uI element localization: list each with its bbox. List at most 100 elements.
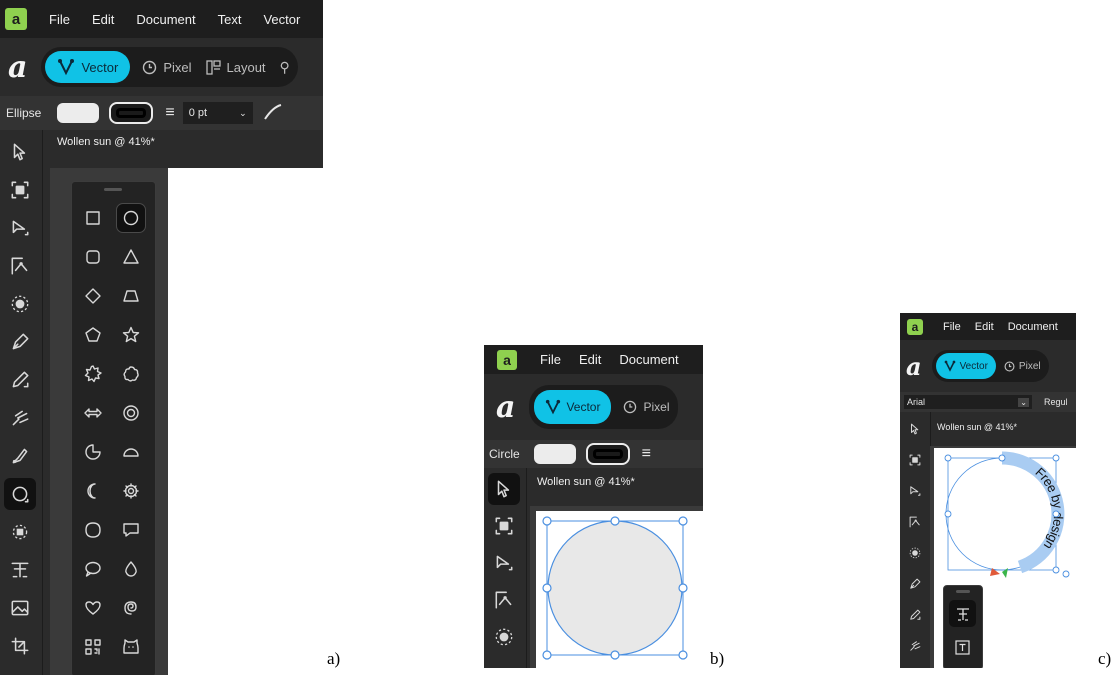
font-style-field[interactable]: Regul: [1044, 397, 1068, 407]
font-family-field[interactable]: Arial ⌄: [904, 395, 1032, 409]
menu-document[interactable]: Document: [619, 352, 678, 367]
stroke-width-value: 0 pt: [188, 107, 208, 119]
vector-persona-button[interactable]: Vector: [45, 51, 131, 83]
tool-corner[interactable]: [903, 510, 927, 534]
tool-artistic-text[interactable]: [4, 554, 36, 586]
shape-tool-tear[interactable]: [78, 515, 108, 545]
document-tab[interactable]: Wollen sun @ 41%*: [530, 468, 703, 506]
menu-edit[interactable]: Edit: [579, 352, 601, 367]
text-tools-flyout: [943, 585, 983, 668]
tool-node[interactable]: [4, 212, 36, 244]
flyout-drag-handle[interactable]: [956, 590, 970, 593]
menu-file[interactable]: File: [49, 12, 70, 27]
tool-pencil[interactable]: [903, 603, 927, 627]
app-icon[interactable]: a: [5, 8, 27, 30]
tool-pen[interactable]: [903, 572, 927, 596]
circle-shape[interactable]: [547, 520, 683, 656]
tool-move[interactable]: [903, 417, 927, 441]
tool-brush[interactable]: [4, 402, 36, 434]
shape-tool-polygon[interactable]: [78, 320, 108, 350]
shape-tool-diamond[interactable]: [78, 281, 108, 311]
app-icon[interactable]: a: [907, 318, 923, 335]
frame-text-tool-button[interactable]: [949, 634, 976, 661]
tool-pencil[interactable]: [4, 364, 36, 396]
flyout-drag-handle[interactable]: [104, 188, 122, 191]
tool-frame[interactable]: [903, 448, 927, 472]
shape-tool-droplet[interactable]: [116, 554, 146, 584]
shape-tool-pie[interactable]: [78, 437, 108, 467]
tool-frame[interactable]: [488, 510, 520, 542]
stroke-options-icon[interactable]: ≡: [642, 445, 651, 463]
tool-corner[interactable]: [4, 250, 36, 282]
shape-tool-donut[interactable]: [116, 398, 146, 428]
shape-tool-crescent[interactable]: [78, 476, 108, 506]
tool-vector-brush[interactable]: [4, 440, 36, 472]
fill-swatch[interactable]: [57, 103, 100, 123]
tool-image[interactable]: [4, 592, 36, 624]
vector-persona-button[interactable]: Vector: [935, 353, 996, 379]
path-text[interactable]: Free by design: [1032, 465, 1066, 553]
fill-swatch[interactable]: [533, 444, 576, 464]
shape-tool-double-arrow[interactable]: [78, 398, 108, 428]
user-icon[interactable]: ⚲: [280, 59, 290, 76]
shape-tool-rectangle[interactable]: [78, 203, 108, 233]
artistic-text-tool-button[interactable]: [949, 600, 976, 627]
tool-corner[interactable]: [488, 584, 520, 616]
tools-panel: [484, 468, 527, 668]
persona-bar: a Vector Pixel: [484, 374, 703, 440]
shape-tool-cloud[interactable]: [116, 359, 146, 389]
shape-tool-settings[interactable]: [116, 476, 146, 506]
stroke-style-icon[interactable]: [263, 103, 283, 123]
tool-fill[interactable]: [4, 288, 36, 320]
tool-pen[interactable]: [4, 326, 36, 358]
stroke-width-field[interactable]: 0 pt ⌄: [182, 102, 253, 124]
text-end-marker[interactable]: [1002, 568, 1008, 578]
node-icon: [496, 555, 513, 571]
menu-edit[interactable]: Edit: [92, 12, 114, 27]
pixel-persona-button[interactable]: Pixel: [1004, 361, 1041, 372]
shape-tool-trapezoid[interactable]: [116, 281, 146, 311]
stroke-options-icon[interactable]: ≡: [165, 104, 174, 122]
tool-fill[interactable]: [488, 621, 520, 653]
stroke-swatch[interactable]: [109, 102, 154, 124]
pixel-persona-button[interactable]: Pixel: [623, 400, 670, 414]
shape-tool-triangle[interactable]: [116, 242, 146, 272]
tool-node[interactable]: [903, 479, 927, 503]
document-tab[interactable]: Wollen sun @ 41%*: [930, 412, 1076, 446]
tool-move[interactable]: [488, 473, 520, 505]
document-tab[interactable]: Wollen sun @ 41%*: [50, 130, 323, 168]
shape-tool-callout-round[interactable]: [78, 554, 108, 584]
menu-file[interactable]: File: [943, 321, 961, 333]
tool-brush[interactable]: [903, 634, 927, 658]
pixel-persona-button[interactable]: Pixel: [142, 60, 192, 75]
menu-document[interactable]: Document: [136, 12, 195, 27]
vector-persona-button[interactable]: Vector: [534, 390, 612, 424]
tool-transparency[interactable]: [4, 516, 36, 548]
shape-tool-callout-square[interactable]: [116, 515, 146, 545]
menu-edit[interactable]: Edit: [975, 321, 994, 333]
shape-tool-ellipse[interactable]: [116, 203, 146, 233]
layout-persona-button[interactable]: Layout: [205, 60, 266, 75]
menu-file[interactable]: File: [540, 352, 561, 367]
shape-tool-segment[interactable]: [116, 437, 146, 467]
menu-vector[interactable]: Vector: [263, 12, 300, 27]
app-icon[interactable]: a: [497, 349, 517, 370]
shape-tool-star[interactable]: [116, 320, 146, 350]
shape-tool-heart[interactable]: [78, 593, 108, 623]
menu-document[interactable]: Document: [1008, 321, 1058, 333]
tool-shape[interactable]: [4, 478, 36, 510]
shape-tool-cog[interactable]: [78, 359, 108, 389]
pixel-persona-icon: [1004, 361, 1015, 371]
tool-crop[interactable]: [4, 630, 36, 662]
tool-fill[interactable]: [903, 541, 927, 565]
tool-move[interactable]: [4, 136, 36, 168]
tool-frame[interactable]: [4, 174, 36, 206]
shape-tool-spiral[interactable]: [116, 593, 146, 623]
shape-tool-rounded-rectangle[interactable]: [78, 242, 108, 272]
shape-tool-cat[interactable]: [116, 632, 146, 662]
pencil-icon: [910, 609, 921, 620]
stroke-swatch[interactable]: [585, 443, 630, 465]
menu-text[interactable]: Text: [218, 12, 242, 27]
shape-tool-qr-code[interactable]: [78, 632, 108, 662]
tool-node[interactable]: [488, 547, 520, 579]
